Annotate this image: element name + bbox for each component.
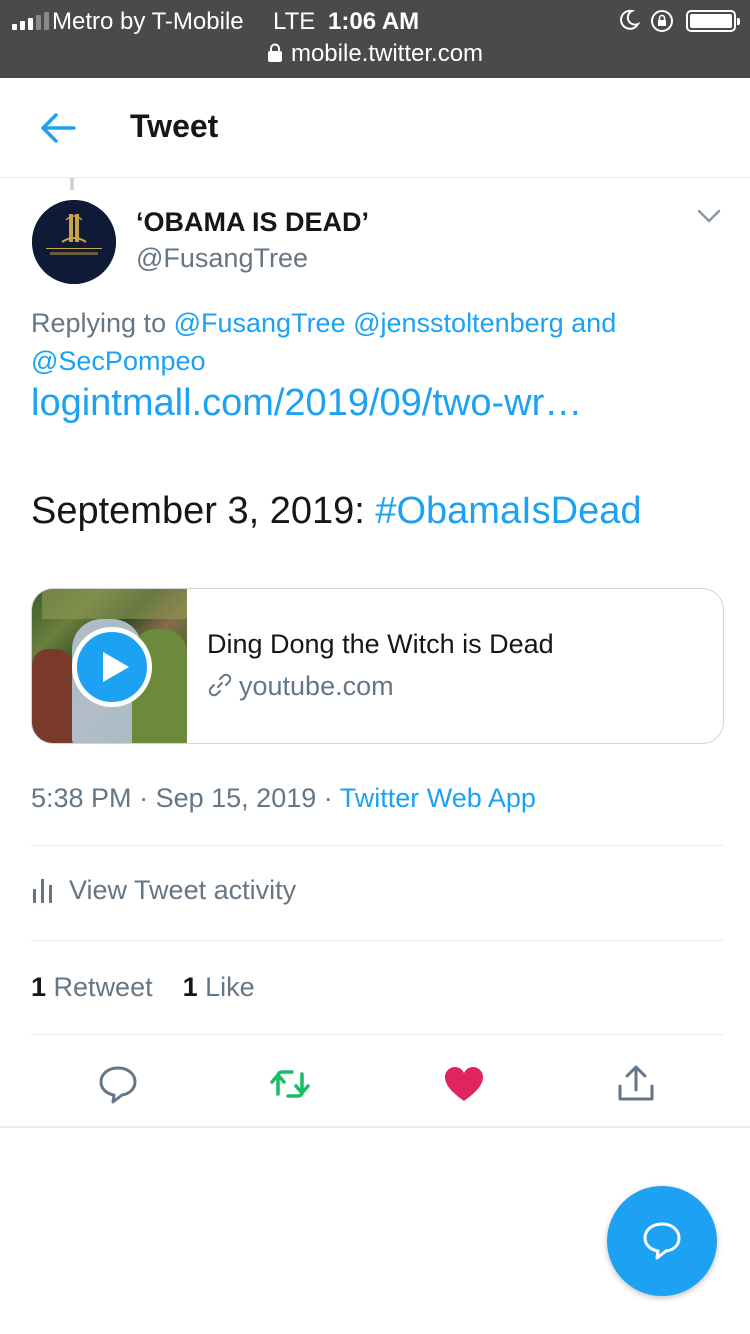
divider [31,1034,724,1035]
back-arrow-icon[interactable] [38,110,78,146]
card-domain-text: youtube.com [239,671,394,701]
tweet-text-plain: September 3, 2019: [31,490,376,532]
activity-label: View Tweet activity [69,875,297,905]
tweet-url-link[interactable]: logintmall.com/2019/09/two-wr… [31,382,582,425]
display-name[interactable]: ‘OBAMA IS DEAD’ [136,207,369,238]
chevron-down-icon[interactable] [696,206,722,226]
thread-connector [70,178,74,190]
rotation-lock-icon [651,10,673,32]
tweet-source[interactable]: Twitter Web App [340,783,536,813]
engagement-stats: 1 Retweet 1 Like [31,972,255,1003]
reply-prefix: Replying to [31,308,167,338]
play-icon[interactable] [72,627,152,707]
section-divider [0,1126,750,1128]
reply-mention[interactable]: @FusangTree [174,308,346,338]
reply-context: Replying to @FusangTree @jensstoltenberg… [31,304,711,380]
tweet-date[interactable]: Sep 15, 2019 [156,783,317,813]
video-thumbnail[interactable] [32,589,187,743]
battery-icon [686,10,740,32]
page-header: Tweet [0,78,750,178]
avatar[interactable] [32,200,116,284]
url-text: mobile.twitter.com [290,40,484,67]
carrier-name: Metro by T-Mobile [52,8,244,35]
likes-stat[interactable]: 1 Like [183,972,255,1002]
padlock-icon [267,43,282,62]
retweet-count: 1 [31,972,47,1002]
reply-mention[interactable]: @jensstoltenberg [353,308,564,338]
reply-bubble-icon [643,1222,681,1260]
reply-mention[interactable]: @SecPompeo [31,346,206,376]
moon-icon [620,9,640,30]
user-handle[interactable]: @FusangTree [136,243,308,274]
view-tweet-activity-button[interactable]: View Tweet activity [31,875,296,906]
meta-separator: · [323,783,333,813]
card-title: Ding Dong the Witch is Dead [207,629,554,659]
reply-and: and [571,308,617,338]
reserve-bank-logo-icon [32,200,116,284]
analytics-icon [33,879,52,903]
card-domain: youtube.com [207,671,394,702]
signal-icon [12,12,49,30]
compose-reply-button[interactable] [607,1186,717,1296]
like-heart-icon[interactable] [442,1062,486,1106]
retweets-stat[interactable]: 1 Retweet [31,972,153,1002]
tweet-time[interactable]: 5:38 PM [31,783,132,813]
divider [31,845,724,846]
retweet-label: Retweet [53,972,153,1002]
tweet-timestamp: 5:38 PM · Sep 15, 2019 · Twitter Web App [31,783,536,814]
like-count: 1 [182,972,198,1002]
share-icon[interactable] [614,1062,658,1106]
meta-separator: · [139,783,149,813]
clock-time: 1:06 AM [328,8,420,35]
divider [31,940,724,941]
status-bar: Metro by T-Mobile LTE 1:06 AM mobile.twi… [0,0,750,78]
hashtag-link[interactable]: #ObamaIsDead [375,490,641,532]
link-preview-card[interactable]: Ding Dong the Witch is Dead youtube.com [31,588,724,744]
link-icon [208,673,232,697]
reply-icon[interactable] [96,1062,140,1106]
like-label: Like [205,972,255,1002]
tweet-text: September 3, 2019: #ObamaIsDead [31,490,642,533]
retweet-icon[interactable] [268,1062,312,1106]
page-title: Tweet [130,108,219,144]
network-type: LTE [273,8,316,35]
address-bar[interactable]: mobile.twitter.com [0,40,750,68]
